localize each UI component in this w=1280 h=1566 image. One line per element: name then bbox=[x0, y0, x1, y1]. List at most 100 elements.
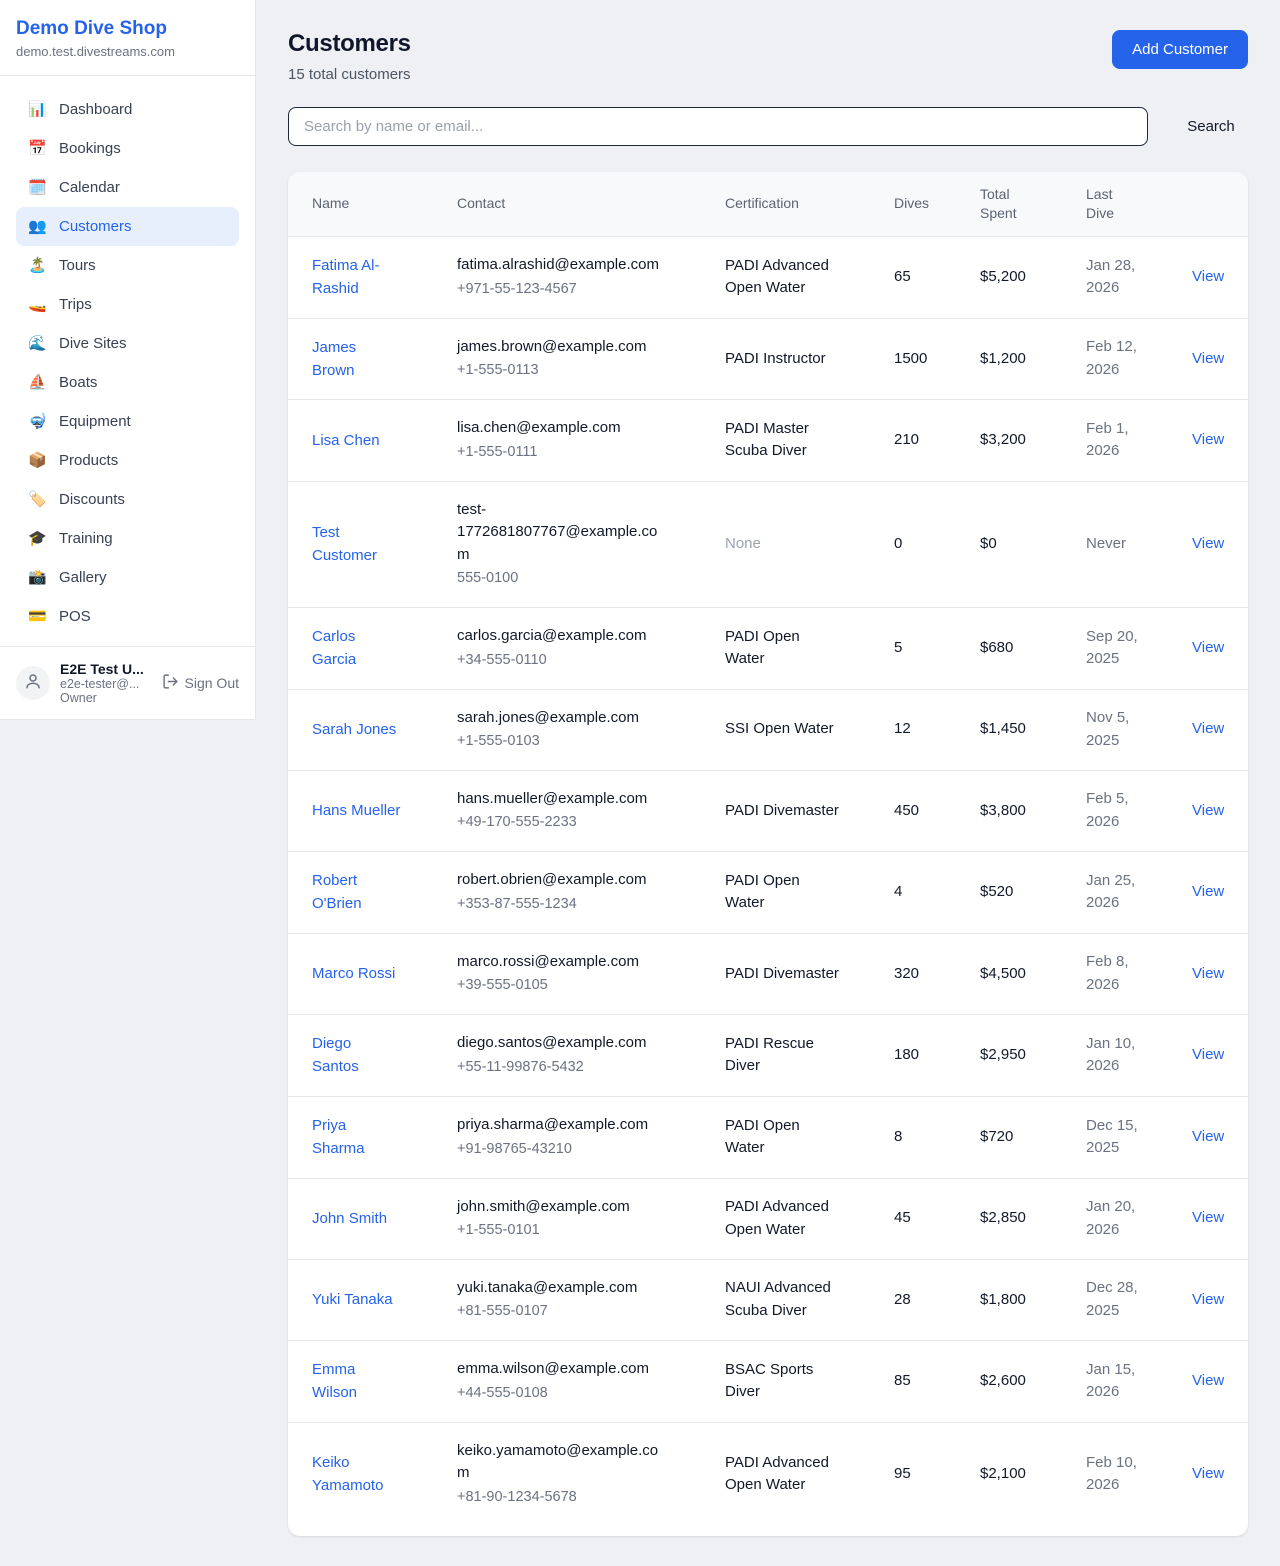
customer-certification: PADI Advanced Open Water bbox=[725, 255, 843, 300]
customer-dives: 28 bbox=[882, 1259, 968, 1340]
view-customer-link[interactable]: View bbox=[1192, 639, 1224, 656]
customer-dives: 0 bbox=[882, 481, 968, 607]
customer-dives: 180 bbox=[882, 1015, 968, 1097]
customer-total-spent: $1,200 bbox=[968, 318, 1074, 400]
sidebar-item-boats[interactable]: ⛵ Boats bbox=[16, 363, 239, 402]
customer-last-dive: Jan 25, 2026 bbox=[1086, 870, 1158, 915]
shop-logo-block: Demo Dive Shop demo.test.divestreams.com bbox=[0, 0, 255, 76]
view-customer-link[interactable]: View bbox=[1192, 965, 1224, 982]
column-header-last-dive: Last Dive bbox=[1074, 172, 1180, 236]
customer-last-dive: Sep 20, 2025 bbox=[1086, 626, 1158, 671]
customer-name-link[interactable]: Yuki Tanaka bbox=[312, 1288, 393, 1311]
customer-name-link[interactable]: Robert O'Brien bbox=[312, 869, 402, 916]
view-customer-link[interactable]: View bbox=[1192, 1465, 1224, 1482]
customer-email: test-1772681807767@example.com bbox=[457, 499, 669, 567]
customer-total-spent: $5,200 bbox=[968, 236, 1074, 318]
user-icon bbox=[24, 672, 42, 695]
dive-sites-icon: 🌊 bbox=[28, 336, 46, 351]
sign-out-button[interactable]: Sign Out bbox=[162, 673, 239, 693]
column-header-contact: Contact bbox=[445, 172, 713, 236]
sidebar-item-equipment[interactable]: 🤿 Equipment bbox=[16, 402, 239, 441]
customer-last-dive: Jan 20, 2026 bbox=[1086, 1196, 1158, 1241]
customer-last-dive: Dec 15, 2025 bbox=[1086, 1115, 1158, 1160]
sidebar-item-products[interactable]: 📦 Products bbox=[16, 441, 239, 480]
customer-last-dive: Feb 8, 2026 bbox=[1086, 951, 1158, 996]
customer-last-dive: Feb 10, 2026 bbox=[1086, 1452, 1158, 1497]
customer-phone: +49-170-555-2233 bbox=[457, 812, 701, 834]
customer-name-link[interactable]: Keiko Yamamoto bbox=[312, 1451, 402, 1498]
sidebar-item-customers[interactable]: 👥 Customers bbox=[16, 207, 239, 246]
customer-total-spent: $2,100 bbox=[968, 1422, 1074, 1525]
sidebar-item-training[interactable]: 🎓 Training bbox=[16, 519, 239, 558]
customer-dives: 1500 bbox=[882, 318, 968, 400]
customer-last-dive: Dec 28, 2025 bbox=[1086, 1277, 1158, 1322]
view-customer-link[interactable]: View bbox=[1192, 883, 1224, 900]
pos-icon: 💳 bbox=[28, 609, 46, 624]
customer-name-link[interactable]: Sarah Jones bbox=[312, 718, 396, 741]
sidebar-item-dive-sites[interactable]: 🌊 Dive Sites bbox=[16, 324, 239, 363]
customer-name-link[interactable]: Priya Sharma bbox=[312, 1114, 402, 1161]
customer-name-link[interactable]: Test Customer bbox=[312, 521, 402, 568]
sidebar-item-discounts[interactable]: 🏷️ Discounts bbox=[16, 480, 239, 519]
customer-name-link[interactable]: Diego Santos bbox=[312, 1032, 402, 1079]
view-customer-link[interactable]: View bbox=[1192, 1291, 1224, 1308]
customer-phone: +1-555-0113 bbox=[457, 360, 701, 382]
sidebar-item-pos[interactable]: 💳 POS bbox=[16, 597, 239, 636]
sidebar-item-trips[interactable]: 🚤 Trips bbox=[16, 285, 239, 324]
column-header-total-spent: Total Spent bbox=[968, 172, 1074, 236]
customer-name-link[interactable]: Lisa Chen bbox=[312, 429, 380, 452]
customer-total-spent: $1,450 bbox=[968, 689, 1074, 770]
table-row: Robert O'Brien robert.obrien@example.com… bbox=[288, 852, 1248, 934]
customer-name-link[interactable]: Emma Wilson bbox=[312, 1358, 402, 1405]
customer-name-link[interactable]: Carlos Garcia bbox=[312, 625, 402, 672]
add-customer-button[interactable]: Add Customer bbox=[1112, 30, 1248, 69]
equipment-icon: 🤿 bbox=[28, 414, 46, 429]
view-customer-link[interactable]: View bbox=[1192, 1046, 1224, 1063]
sidebar-item-calendar[interactable]: 🗓️ Calendar bbox=[16, 168, 239, 207]
view-customer-link[interactable]: View bbox=[1192, 1128, 1224, 1145]
customer-certification: PADI Master Scuba Diver bbox=[725, 418, 843, 463]
sidebar-item-bookings[interactable]: 📅 Bookings bbox=[16, 129, 239, 168]
view-customer-link[interactable]: View bbox=[1192, 720, 1224, 737]
customer-certification: PADI Open Water bbox=[725, 1115, 843, 1160]
sidebar-item-dashboard[interactable]: 📊 Dashboard bbox=[16, 90, 239, 129]
view-customer-link[interactable]: View bbox=[1192, 268, 1224, 285]
avatar bbox=[16, 666, 50, 700]
customer-name-link[interactable]: Marco Rossi bbox=[312, 962, 395, 985]
customer-email: hans.mueller@example.com bbox=[457, 788, 669, 811]
customer-name-link[interactable]: John Smith bbox=[312, 1207, 387, 1230]
search-button[interactable]: Search bbox=[1148, 118, 1248, 135]
search-input[interactable] bbox=[288, 107, 1148, 146]
calendar-icon: 🗓️ bbox=[28, 180, 46, 195]
sidebar-item-tours[interactable]: 🏝️ Tours bbox=[16, 246, 239, 285]
customer-total-spent: $3,800 bbox=[968, 770, 1074, 851]
shop-domain: demo.test.divestreams.com bbox=[16, 44, 239, 59]
view-customer-link[interactable]: View bbox=[1192, 1372, 1224, 1389]
shop-name: Demo Dive Shop bbox=[16, 18, 239, 40]
customer-certification: PADI Advanced Open Water bbox=[725, 1452, 843, 1497]
view-customer-link[interactable]: View bbox=[1192, 802, 1224, 819]
table-row: Yuki Tanaka yuki.tanaka@example.com +81-… bbox=[288, 1259, 1248, 1340]
sign-out-icon bbox=[162, 673, 179, 693]
customer-dives: 210 bbox=[882, 400, 968, 481]
training-icon: 🎓 bbox=[28, 531, 46, 546]
view-customer-link[interactable]: View bbox=[1192, 350, 1224, 367]
view-customer-link[interactable]: View bbox=[1192, 535, 1224, 552]
customer-total-spent: $3,200 bbox=[968, 400, 1074, 481]
customer-dives: 450 bbox=[882, 770, 968, 851]
customer-total-spent: $2,850 bbox=[968, 1178, 1074, 1259]
customer-name-link[interactable]: James Brown bbox=[312, 336, 402, 383]
customer-phone: +971-55-123-4567 bbox=[457, 279, 701, 301]
customer-email: emma.wilson@example.com bbox=[457, 1358, 669, 1381]
customer-name-link[interactable]: Hans Mueller bbox=[312, 799, 400, 822]
customer-last-dive: Never bbox=[1086, 533, 1126, 556]
page-title: Customers bbox=[288, 30, 411, 58]
view-customer-link[interactable]: View bbox=[1192, 1209, 1224, 1226]
sidebar-nav: 📊 Dashboard 📅 Bookings 🗓️ Calendar 👥 Cus… bbox=[0, 76, 255, 646]
customer-name-link[interactable]: Fatima Al-Rashid bbox=[312, 254, 402, 301]
sidebar: Demo Dive Shop demo.test.divestreams.com… bbox=[0, 0, 256, 720]
table-row: Diego Santos diego.santos@example.com +5… bbox=[288, 1015, 1248, 1097]
customer-dives: 85 bbox=[882, 1341, 968, 1423]
view-customer-link[interactable]: View bbox=[1192, 431, 1224, 448]
sidebar-item-gallery[interactable]: 📸 Gallery bbox=[16, 558, 239, 597]
